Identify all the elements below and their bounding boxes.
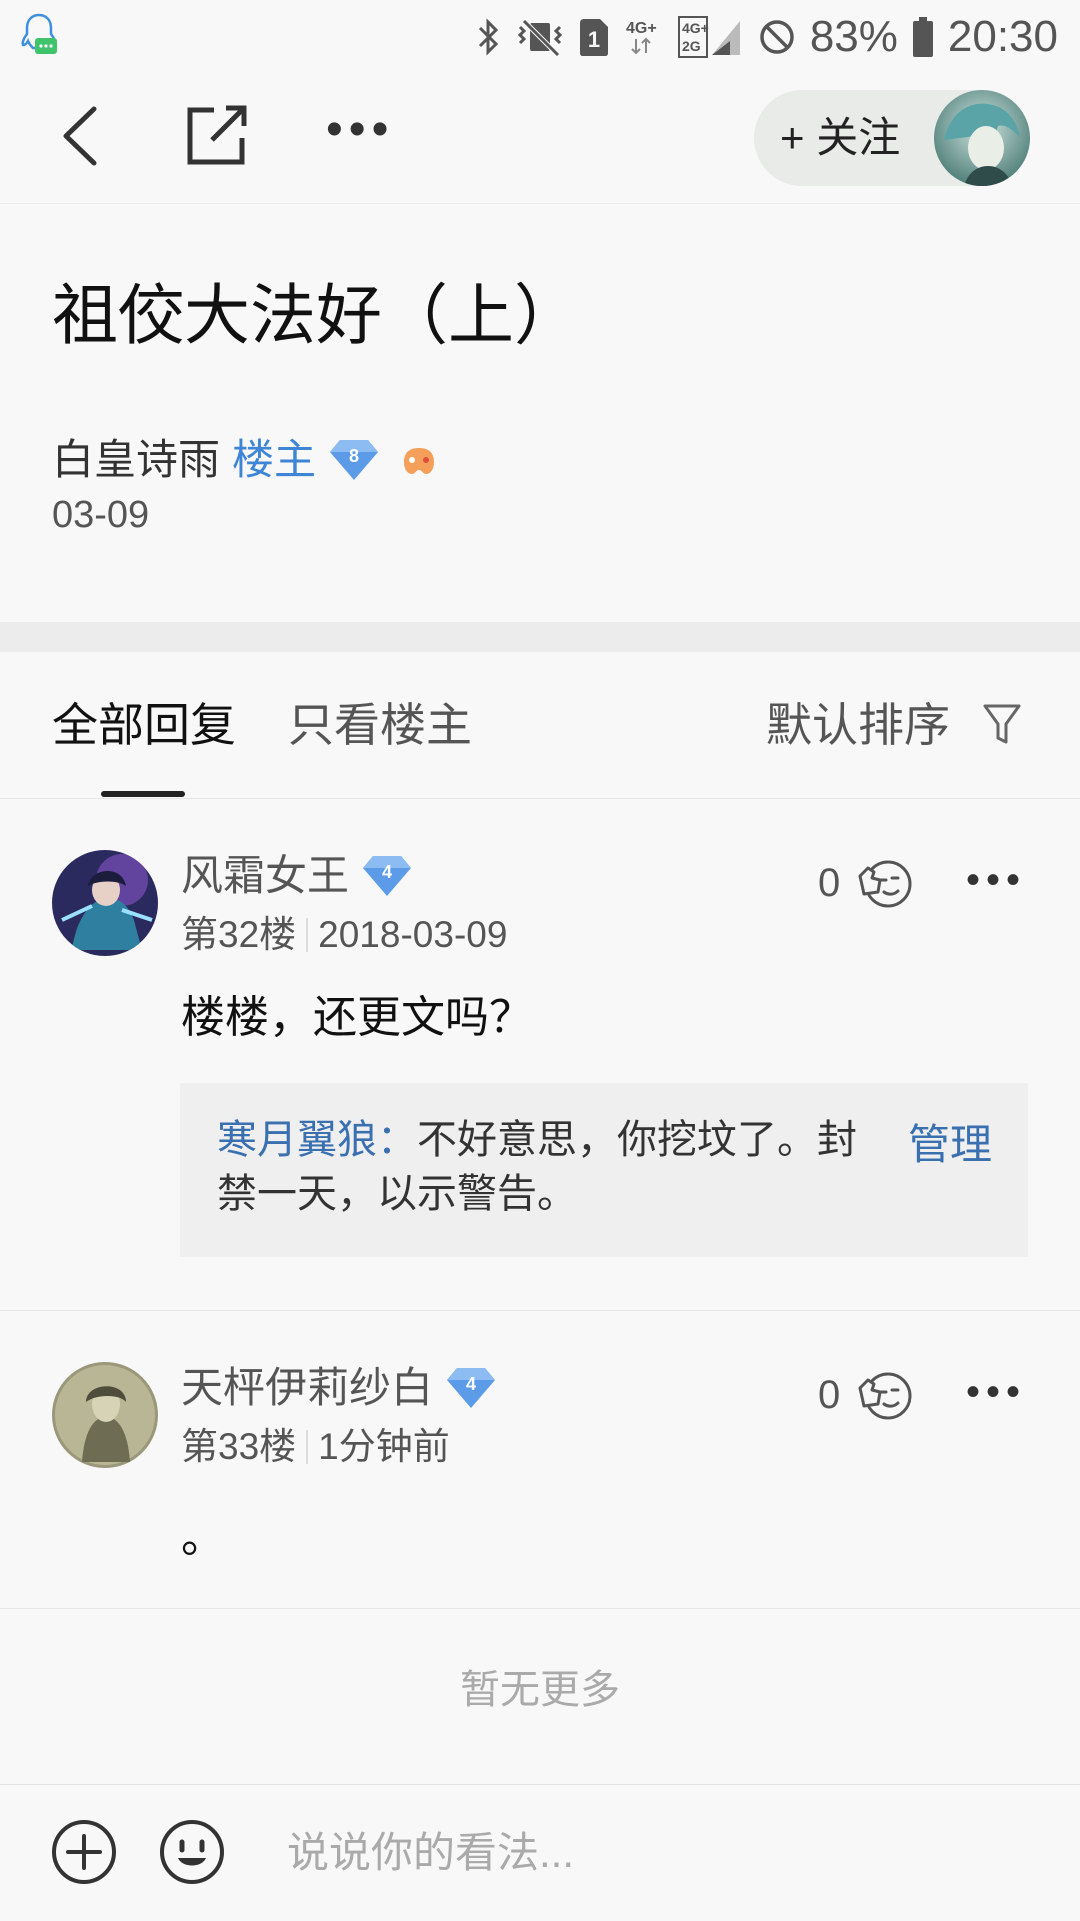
- author-avatar[interactable]: [934, 90, 1030, 186]
- like-count: 0: [818, 1373, 841, 1417]
- meta-separator: [306, 918, 309, 952]
- svg-text:2G: 2G: [682, 38, 701, 54]
- row-divider: [0, 1608, 1080, 1609]
- status-icons: 1 4G+ 4G+ 2G 83% 20:30: [476, 10, 1058, 64]
- follow-label[interactable]: + 关注: [780, 108, 900, 168]
- thumbs-up-face-icon[interactable]: [856, 856, 912, 912]
- like-count: 0: [818, 861, 841, 905]
- battery-percent: 83%: [809, 12, 898, 61]
- tab-all-replies[interactable]: 全部回复: [52, 695, 236, 755]
- more-options-icon[interactable]: •••: [326, 106, 394, 154]
- qq-notification-icon: [21, 13, 57, 54]
- sort-dropdown[interactable]: 默认排序: [766, 695, 950, 755]
- reply-author-row: 天枰伊莉纱白 4: [181, 1360, 496, 1416]
- op-tag: 楼主: [232, 436, 317, 483]
- level-badge-icon: 4: [447, 1368, 496, 1408]
- reply-avatar[interactable]: [52, 850, 158, 956]
- post-date: 03-09: [52, 494, 150, 536]
- manage-link[interactable]: 管理: [908, 1118, 992, 1172]
- reply-time: 2018-03-09: [318, 914, 508, 955]
- level-badge-icon: 4: [363, 856, 412, 896]
- reply-meta: 第33楼 1分钟前: [181, 1422, 450, 1472]
- row-divider: [0, 1310, 1080, 1311]
- reply-author-name[interactable]: 天枰伊莉纱白: [181, 1360, 433, 1416]
- reply-more-icon[interactable]: •••: [966, 1372, 1026, 1412]
- active-tab-indicator: [101, 791, 185, 797]
- add-attachment-icon[interactable]: [50, 1818, 118, 1886]
- svg-text:4: 4: [466, 1374, 476, 1394]
- thumbs-up-face-icon[interactable]: [856, 1368, 912, 1424]
- filter-icon[interactable]: [982, 702, 1022, 746]
- sim-1-icon: 1: [578, 17, 610, 57]
- signal-4g-icon: 4G+: [624, 15, 664, 59]
- reply-meta: 第32楼 2018-03-09: [181, 910, 507, 960]
- svg-text:4G+: 4G+: [626, 20, 657, 37]
- signal-bars-icon: 4G+ 2G: [677, 15, 744, 59]
- sub-reply: 寒月翼狼：不好意思，你挖坟了。封禁一天，以示警告。: [217, 1113, 867, 1221]
- battery-icon: [912, 17, 934, 57]
- reply-author-row: 风霜女王 4: [181, 848, 412, 904]
- emoji-icon[interactable]: [158, 1818, 226, 1886]
- reply-content: 楼楼，还更文吗？: [181, 993, 533, 1042]
- svg-text:8: 8: [349, 446, 359, 466]
- do-not-disturb-icon: [758, 18, 796, 56]
- comment-input[interactable]: [285, 1822, 989, 1884]
- no-more-label: 暂无更多: [460, 1668, 620, 1712]
- post-title: 祖佼大法好（上）: [52, 278, 580, 352]
- section-divider: [0, 622, 1080, 652]
- reply-content: 。: [181, 1513, 225, 1562]
- svg-text:4G+: 4G+: [682, 20, 709, 36]
- floor-number: 第32楼: [181, 914, 297, 955]
- author-name[interactable]: 白皇诗雨: [52, 430, 220, 490]
- reply-more-icon[interactable]: •••: [966, 860, 1026, 900]
- gamepad-badge-icon: [404, 448, 435, 474]
- svg-text:1: 1: [588, 27, 600, 52]
- level-badge-icon: 8: [330, 440, 379, 480]
- status-bar: 1 4G+ 4G+ 2G 83% 20:30: [0, 0, 1080, 75]
- reply-time: 1分钟前: [318, 1426, 450, 1467]
- reply-avatar[interactable]: [52, 1362, 158, 1468]
- tab-op-only[interactable]: 只看楼主: [288, 695, 472, 755]
- bluetooth-icon: [476, 17, 502, 57]
- clock: 20:30: [947, 12, 1058, 61]
- back-arrow-icon[interactable]: [60, 105, 100, 167]
- reply-author-name[interactable]: 风霜女王: [181, 848, 349, 904]
- author-row: 白皇诗雨 楼主 8: [52, 430, 440, 490]
- share-icon[interactable]: [186, 104, 248, 166]
- vibrate-mute-icon: [516, 17, 564, 57]
- meta-separator: [306, 1430, 309, 1464]
- sub-reply-user[interactable]: 寒月翼狼：: [217, 1118, 417, 1162]
- svg-text:4: 4: [382, 862, 392, 882]
- floor-number: 第33楼: [181, 1426, 297, 1467]
